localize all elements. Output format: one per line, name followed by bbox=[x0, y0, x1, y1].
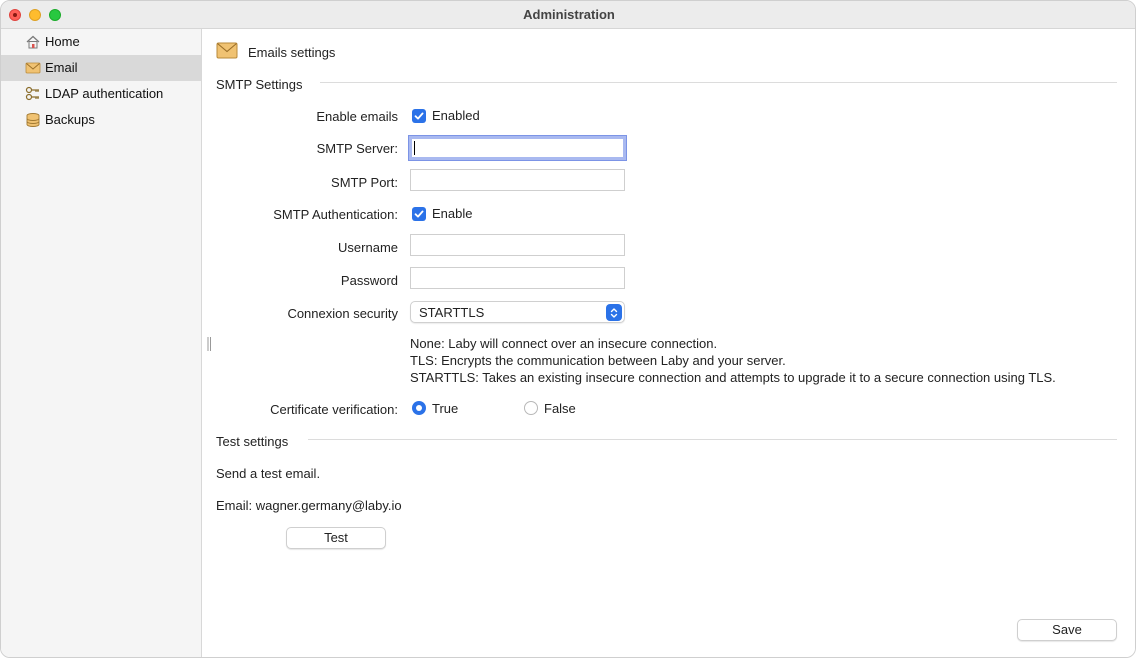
smtp-server-label: SMTP Server: bbox=[316, 141, 398, 156]
section-divider bbox=[320, 82, 1117, 83]
cert-false-label: False bbox=[544, 401, 576, 416]
smtp-port-label: SMTP Port: bbox=[331, 175, 398, 190]
sidebar-item-home[interactable]: Home bbox=[1, 29, 201, 55]
sidebar-item-backups[interactable]: Backups bbox=[1, 107, 201, 133]
enable-emails-checkbox-label: Enabled bbox=[432, 108, 480, 123]
enable-emails-checkbox[interactable] bbox=[412, 109, 426, 123]
database-icon bbox=[25, 112, 41, 128]
title-bar: Administration bbox=[1, 1, 1135, 29]
test-button[interactable]: Test bbox=[286, 527, 386, 549]
username-label: Username bbox=[338, 240, 398, 255]
checkmark-icon bbox=[414, 112, 424, 120]
updown-chevron-icon bbox=[606, 304, 622, 321]
sidebar-item-label: Backups bbox=[45, 112, 95, 127]
sidebar-item-email[interactable]: Email bbox=[1, 55, 201, 81]
enable-emails-label: Enable emails bbox=[316, 109, 398, 124]
sidebar: Home Email LDAP authentication Backups bbox=[1, 29, 202, 657]
section-divider bbox=[308, 439, 1117, 440]
username-input[interactable] bbox=[410, 234, 625, 256]
smtp-port-input[interactable] bbox=[410, 169, 625, 191]
test-description: Send a test email. bbox=[216, 466, 321, 481]
help-text-none: None: Laby will connect over an insecure… bbox=[410, 336, 718, 351]
test-email-address: Email: wagner.germany@laby.io bbox=[216, 498, 402, 513]
window-title: Administration bbox=[523, 7, 615, 22]
password-label: Password bbox=[340, 273, 398, 288]
ldap-keys-icon bbox=[25, 86, 41, 102]
cert-false-radio[interactable] bbox=[524, 401, 538, 415]
test-section-title: Test settings bbox=[216, 434, 289, 449]
cert-true-radio[interactable] bbox=[412, 401, 426, 415]
help-text-starttls: STARTTLS: Takes an existing insecure con… bbox=[410, 370, 1056, 385]
main-panel: Emails settings SMTP Settings Enable ema… bbox=[202, 29, 1135, 657]
connexion-security-label: Connexion security bbox=[287, 306, 398, 321]
smtp-auth-label: SMTP Authentication: bbox=[273, 207, 398, 222]
password-input[interactable] bbox=[410, 267, 625, 289]
certificate-verification-label: Certificate verification: bbox=[270, 402, 398, 417]
cert-true-label: True bbox=[432, 401, 459, 416]
smtp-auth-checkbox[interactable] bbox=[412, 207, 426, 221]
envelope-icon bbox=[216, 42, 238, 60]
app-window: Administration Home Email LDAP authentic… bbox=[0, 0, 1136, 658]
text-cursor bbox=[414, 141, 415, 155]
connexion-security-select[interactable]: STARTTLS bbox=[410, 301, 625, 323]
smtp-server-input[interactable] bbox=[409, 136, 626, 160]
split-view-handle[interactable] bbox=[207, 336, 212, 352]
sidebar-item-label: LDAP authentication bbox=[45, 86, 164, 101]
smtp-auth-checkbox-label: Enable bbox=[432, 206, 473, 221]
connexion-security-value: STARTTLS bbox=[419, 305, 485, 320]
sidebar-item-label: Email bbox=[45, 60, 78, 75]
home-icon bbox=[25, 34, 41, 50]
page-title: Emails settings bbox=[248, 45, 336, 60]
save-button[interactable]: Save bbox=[1017, 619, 1117, 641]
checkmark-icon bbox=[414, 210, 424, 218]
help-text-tls: TLS: Encrypts the communication between … bbox=[410, 353, 786, 368]
sidebar-item-label: Home bbox=[45, 34, 80, 49]
sidebar-item-ldap-authentication[interactable]: LDAP authentication bbox=[1, 81, 201, 107]
smtp-section-title: SMTP Settings bbox=[216, 77, 303, 92]
envelope-icon bbox=[25, 60, 41, 76]
